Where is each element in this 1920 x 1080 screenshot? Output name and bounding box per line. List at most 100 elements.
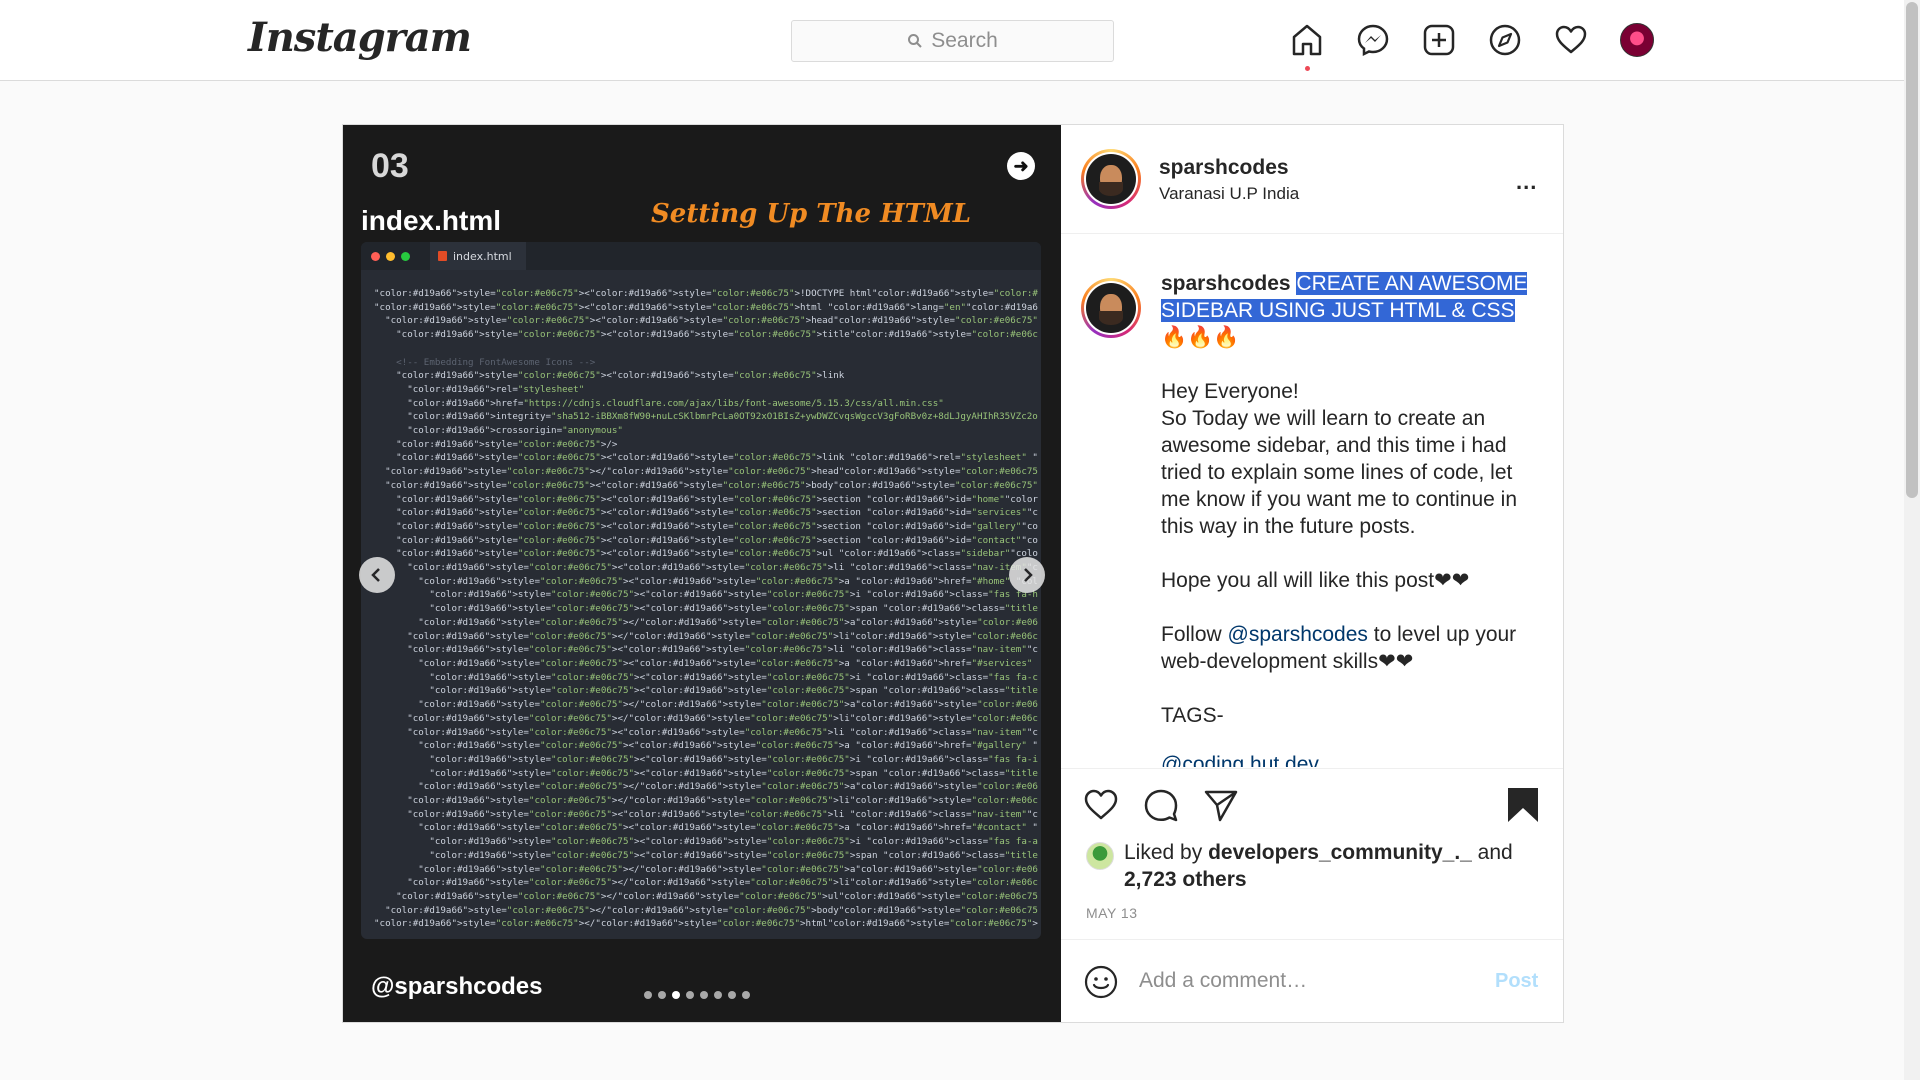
comment-icon bbox=[1144, 789, 1178, 822]
comment-button[interactable] bbox=[1143, 787, 1179, 823]
slide-number: 03 bbox=[371, 147, 409, 185]
carousel-dot bbox=[700, 991, 708, 999]
code-line: "color:#d19a66">style="color:#e06c75"></… bbox=[407, 630, 1038, 642]
post-comment-button[interactable]: Post bbox=[1495, 970, 1538, 993]
instagram-logo[interactable]: Instagram bbox=[248, 14, 472, 61]
code-line: "color:#d19a66">style="color:#e06c75"><"… bbox=[385, 315, 1038, 327]
post-location[interactable]: Varanasi U.P India bbox=[1159, 184, 1299, 204]
comment-bar: Post bbox=[1061, 939, 1563, 1022]
code-line: "color:#d19a66">style="color:#e06c75"><"… bbox=[418, 657, 1038, 669]
search-box[interactable]: Search bbox=[791, 20, 1114, 62]
author-avatar[interactable] bbox=[1081, 149, 1141, 209]
explore-icon[interactable] bbox=[1488, 22, 1522, 58]
minimize-dot-icon bbox=[386, 251, 395, 261]
liker-username[interactable]: developers_community_._ bbox=[1208, 841, 1472, 864]
code-line: "color:#d19a66">style="color:#e06c75"></… bbox=[374, 918, 1038, 930]
carousel-dot bbox=[672, 991, 680, 999]
html5-icon bbox=[438, 251, 447, 261]
code-line: "color:#d19a66">style="color:#e06c75"></… bbox=[407, 877, 1038, 889]
post-date[interactable]: MAY 13 bbox=[1086, 905, 1138, 921]
post-detail-panel: sparshcodes Varanasi U.P India ... spars… bbox=[1061, 125, 1563, 1022]
liker-avatar[interactable] bbox=[1086, 842, 1114, 870]
code-line: "color:#d19a66">integrity="sha512-iBBXm8… bbox=[407, 411, 1038, 423]
code-line: "color:#d19a66">style="color:#e06c75"><"… bbox=[396, 520, 1038, 532]
editor-tab-label: index.html bbox=[453, 249, 512, 263]
code-line: "color:#d19a66">style="color:#e06c75"></… bbox=[418, 699, 1038, 711]
code-line: "color:#d19a66">style="color:#e06c75"><"… bbox=[407, 644, 1038, 656]
liked-by-prefix: Liked by bbox=[1124, 841, 1209, 864]
heart-icon[interactable] bbox=[1554, 22, 1588, 58]
tag-link-partial[interactable]: @coding.hut.dev bbox=[1161, 753, 1319, 767]
profile-avatar[interactable] bbox=[1620, 22, 1654, 58]
code-line: "color:#d19a66">style="color:#e06c75"><"… bbox=[418, 575, 1038, 587]
slide-watermark: @sparshcodes bbox=[371, 973, 543, 1000]
search-placeholder: Search bbox=[931, 29, 998, 52]
code-line: "color:#d19a66">style="color:#e06c75"><"… bbox=[407, 562, 1038, 574]
share-button[interactable] bbox=[1203, 787, 1239, 823]
caption-username[interactable]: sparshcodes bbox=[1161, 272, 1291, 295]
carousel-dot bbox=[728, 991, 736, 999]
carousel-dots bbox=[644, 991, 750, 999]
caption-body: Hey Everyone! So Today we will learn to … bbox=[1161, 380, 1518, 592]
code-line: "color:#d19a66">style="color:#e06c75"><"… bbox=[429, 671, 1038, 683]
code-line: "color:#d19a66">style="color:#e06c75"><"… bbox=[429, 849, 1038, 861]
code-editor-image: index.html "color:#d19a66">style="color:… bbox=[361, 242, 1041, 939]
author-username[interactable]: sparshcodes bbox=[1159, 156, 1289, 180]
post-media-carousel[interactable]: 03 index.html Setting Up The HTML ➜ inde… bbox=[343, 125, 1061, 1022]
code-line: "color:#d19a66">style="color:#e06c75"><"… bbox=[396, 370, 845, 382]
editor-tab: index.html bbox=[430, 242, 526, 270]
caption-emoji: 🔥🔥🔥 bbox=[1161, 326, 1240, 349]
code-line: "color:#d19a66">style="color:#e06c75"></… bbox=[385, 904, 1038, 916]
previous-slide-button[interactable] bbox=[359, 557, 395, 593]
code-line: "color:#d19a66">style="color:#e06c75"><"… bbox=[396, 534, 1038, 546]
top-navigation-bar: Instagram Search bbox=[0, 0, 1904, 81]
scrollbar-thumb[interactable] bbox=[1906, 2, 1918, 498]
slide-subtitle: Setting Up The HTML bbox=[651, 199, 972, 229]
code-line: "color:#d19a66">style="color:#e06c75"></… bbox=[407, 795, 1038, 807]
comment-input[interactable] bbox=[1139, 964, 1459, 998]
code-line: "color:#d19a66">style="color:#e06c75"><"… bbox=[429, 603, 1038, 615]
tags-label: TAGS- bbox=[1161, 704, 1224, 727]
messenger-icon[interactable] bbox=[1356, 22, 1390, 58]
code-line: "color:#d19a66">style="color:#e06c75"><"… bbox=[396, 507, 1038, 519]
home-icon[interactable] bbox=[1290, 22, 1324, 71]
follow-prefix: Follow bbox=[1161, 623, 1228, 646]
smiley-icon bbox=[1084, 965, 1118, 999]
code-line: "color:#d19a66">style="color:#e06c75"></… bbox=[396, 890, 1038, 902]
slide-filename: index.html bbox=[361, 205, 502, 236]
carousel-dot bbox=[686, 991, 694, 999]
notification-dot bbox=[1305, 66, 1310, 71]
code-line: "color:#d19a66">style="color:#e06c75"></… bbox=[407, 712, 1038, 724]
carousel-dot bbox=[742, 991, 750, 999]
like-button[interactable] bbox=[1083, 787, 1119, 823]
caption-author-avatar[interactable] bbox=[1081, 278, 1141, 338]
code-line: "color:#d19a66">style="color:#e06c75"><"… bbox=[396, 493, 1038, 505]
more-options-icon[interactable]: ... bbox=[1516, 169, 1537, 195]
code-line: "color:#d19a66">rel="stylesheet" bbox=[407, 383, 585, 395]
code-line: "color:#d19a66">style="color:#e06c75"><"… bbox=[429, 836, 1038, 848]
liked-and: and bbox=[1471, 841, 1513, 864]
emoji-picker-button[interactable] bbox=[1083, 964, 1119, 1000]
search-icon bbox=[908, 34, 922, 48]
post-header: sparshcodes Varanasi U.P India ... bbox=[1061, 125, 1563, 234]
code-line: "color:#d19a66">style="color:#e06c75"><"… bbox=[429, 685, 1038, 697]
likes-count-link[interactable]: 2,723 others bbox=[1124, 868, 1247, 891]
code-line: "color:#d19a66">style="color:#e06c75"><"… bbox=[418, 740, 1038, 752]
code-block: "color:#d19a66">style="color:#e06c75"><"… bbox=[374, 287, 1038, 931]
next-slide-button[interactable] bbox=[1009, 557, 1045, 593]
new-post-icon[interactable] bbox=[1422, 22, 1456, 58]
carousel-dot bbox=[644, 991, 652, 999]
post-card: 03 index.html Setting Up The HTML ➜ inde… bbox=[342, 124, 1564, 1023]
nav-icons bbox=[1290, 22, 1654, 71]
code-line: "color:#d19a66">crossorigin="anonymous" bbox=[407, 425, 623, 437]
save-button[interactable] bbox=[1505, 787, 1541, 823]
code-line: "color:#d19a66">style="color:#e06c75"><"… bbox=[374, 301, 1038, 313]
code-line: "color:#d19a66">style="color:#e06c75"></… bbox=[418, 863, 1038, 875]
likes-summary: Liked by developers_community_._ and 2,7… bbox=[1086, 839, 1513, 893]
close-dot-icon bbox=[371, 251, 380, 261]
caption-text: sparshcodes CREATE AN AWESOME SIDEBAR US… bbox=[1161, 270, 1541, 729]
mention-link[interactable]: @sparshcodes bbox=[1228, 623, 1368, 646]
code-line: "color:#d19a66">style="color:#e06c75"><"… bbox=[374, 288, 1038, 299]
maximize-dot-icon bbox=[401, 251, 410, 261]
